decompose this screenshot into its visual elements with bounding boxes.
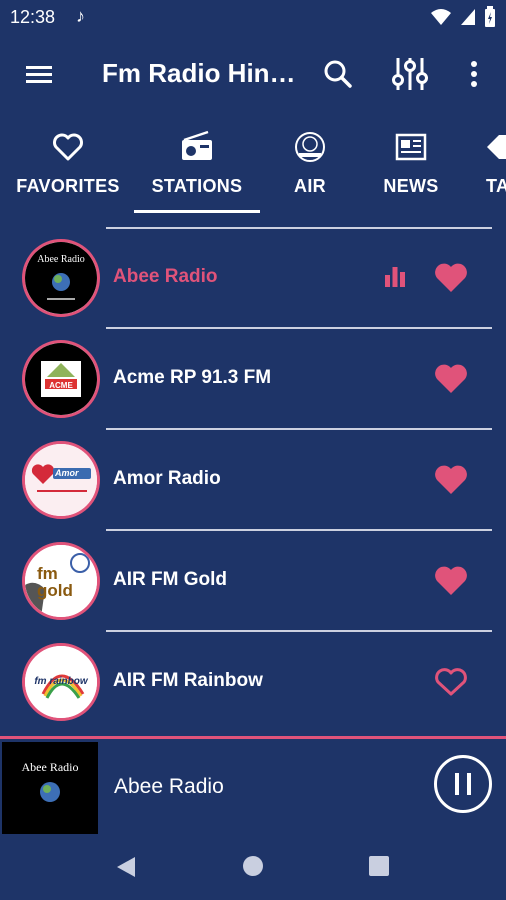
- wifi-icon: [431, 9, 451, 25]
- list-item[interactable]: Amor Amor Radio: [0, 430, 506, 531]
- search-icon[interactable]: [322, 58, 354, 90]
- globe-icon: [40, 782, 60, 802]
- tab-label: NEWS: [383, 176, 439, 196]
- now-playing-bars-icon: [385, 267, 405, 287]
- list-item[interactable]: ACME Acme RP 91.3 FM: [0, 329, 506, 430]
- logo-text: fm gold: [37, 564, 73, 600]
- status-time: 12:38: [10, 7, 56, 27]
- station-logo: ACME: [22, 340, 100, 418]
- now-playing-station: Abee Radio: [114, 775, 224, 798]
- tab-selected-indicator: [134, 210, 260, 213]
- station-name: Amor Radio: [113, 468, 221, 489]
- station-name: AIR FM Rainbow: [113, 670, 263, 691]
- tab-label: STATIONS: [151, 176, 243, 196]
- artwork-caption: Abee Radio: [21, 760, 79, 774]
- signal-icon: [461, 9, 475, 25]
- logo-text: ACME: [49, 381, 73, 390]
- pause-button[interactable]: [434, 755, 492, 813]
- air-logo-icon: [295, 132, 325, 162]
- now-playing-artwork: Abee Radio: [2, 742, 98, 835]
- app-title: Fm Radio Hin…: [102, 58, 296, 88]
- system-nav-bar: [0, 834, 506, 900]
- station-name: AIR FM Gold: [113, 569, 227, 590]
- now-playing-bar[interactable]: Abee Radio Abee Radio: [0, 736, 506, 837]
- station-logo: Amor: [22, 441, 100, 519]
- heart-outline-icon: [53, 133, 83, 161]
- logo-text: fm rainbow: [34, 676, 88, 687]
- back-icon[interactable]: [115, 856, 137, 878]
- station-logo: Abee Radio: [22, 239, 100, 317]
- pause-icon: [467, 773, 471, 795]
- station-logo: fm rainbow: [22, 643, 100, 721]
- app-bar: Fm Radio Hin…: [0, 36, 506, 114]
- tab-favorites[interactable]: FAVORITES: [10, 114, 126, 218]
- tab-news[interactable]: NEWS: [370, 114, 452, 218]
- station-name: Abee Radio: [113, 266, 218, 287]
- list-item[interactable]: fm rainbow AIR FM Rainbow: [0, 632, 506, 733]
- home-icon[interactable]: [243, 856, 263, 876]
- favorite-heart-filled-icon[interactable]: [433, 262, 469, 294]
- station-logo: fm gold: [22, 542, 100, 620]
- station-list[interactable]: Abee Radio Abee Radio ACME Acme RP 91.3 …: [0, 218, 506, 736]
- favorite-heart-filled-icon[interactable]: [433, 363, 469, 395]
- status-bar: 12:38 ♪: [0, 0, 506, 36]
- status-icons: [430, 6, 496, 28]
- menu-icon[interactable]: [24, 60, 54, 90]
- tag-icon: [487, 135, 506, 159]
- battery-icon: [485, 6, 495, 27]
- list-item[interactable]: fm gold AIR FM Gold: [0, 531, 506, 632]
- tab-label: TA: [486, 176, 506, 196]
- logo-text: Abee Radio: [37, 254, 85, 265]
- pause-icon: [455, 773, 459, 795]
- favorite-heart-filled-icon[interactable]: [433, 565, 469, 597]
- favorite-heart-outline-icon[interactable]: [433, 666, 469, 698]
- tab-bar: FAVORITES STATIONS AIR NEWS TA: [0, 114, 506, 218]
- station-name: Acme RP 91.3 FM: [113, 367, 272, 388]
- tab-label: AIR: [294, 176, 326, 196]
- list-item[interactable]: Abee Radio Abee Radio: [0, 228, 506, 329]
- recents-icon[interactable]: [369, 856, 389, 876]
- music-note-icon: ♪: [76, 6, 85, 26]
- tab-ta[interactable]: TA: [472, 114, 506, 218]
- tab-label: FAVORITES: [16, 176, 120, 196]
- more-vert-icon[interactable]: [464, 58, 484, 90]
- radio-icon: [182, 130, 212, 160]
- favorite-heart-filled-icon[interactable]: [433, 464, 469, 496]
- tab-air[interactable]: AIR: [270, 114, 350, 218]
- equalizer-icon[interactable]: [390, 56, 430, 92]
- tab-stations[interactable]: STATIONS: [134, 114, 260, 218]
- newspaper-icon: [395, 133, 427, 161]
- logo-text: Amor: [55, 468, 79, 478]
